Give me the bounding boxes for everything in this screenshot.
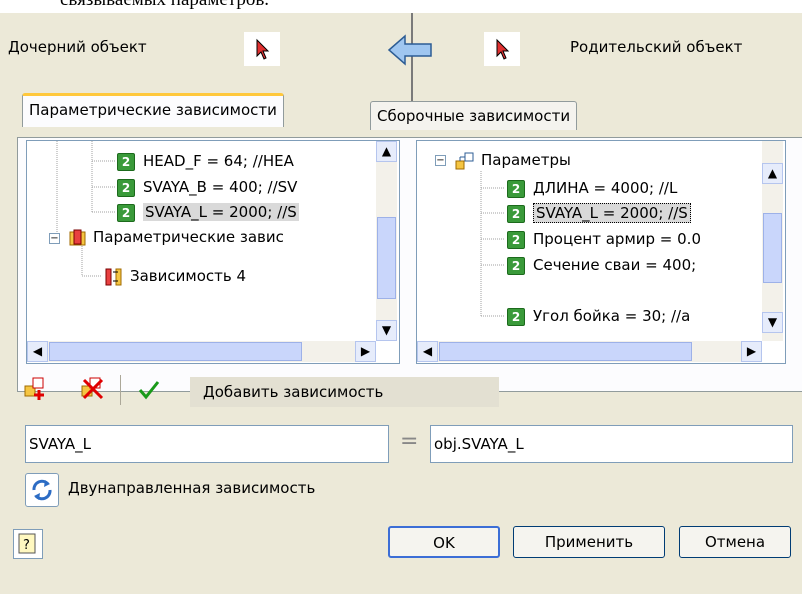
refresh-icon	[32, 479, 52, 501]
add-dependency-icon	[24, 377, 44, 400]
scroll-thumb[interactable]	[49, 342, 302, 361]
tree-node-label: Параметры	[481, 151, 571, 169]
tree-item-label: SVAYA_L = 2000; //S	[533, 203, 691, 223]
scroll-thumb[interactable]	[763, 213, 782, 283]
tree-item-label: Процент армир = 0.0	[533, 230, 701, 248]
ok-button[interactable]: OK	[388, 526, 500, 558]
help-icon: ?	[18, 533, 36, 554]
dependency-icon	[104, 267, 126, 286]
left-vertical-scrollbar[interactable]: ▲ ▼	[376, 141, 397, 341]
right-expression-field[interactable]: obj.SVAYA_L	[430, 425, 793, 463]
help-button[interactable]: ?	[13, 529, 43, 559]
child-pick-button[interactable]	[244, 32, 280, 66]
tree-item[interactable]: 2 SVAYA_B = 400; //SV	[117, 176, 297, 198]
parameter-icon: 2	[507, 230, 525, 249]
parameter-icon: 2	[117, 203, 135, 222]
tree-item[interactable]: 2 HEAD_F = 64; //HEA	[117, 150, 294, 172]
tree-node[interactable]: Параметрические завис	[69, 226, 284, 248]
toolbar-separator	[120, 375, 121, 405]
tree-item[interactable]: 2 ДЛИНА = 4000; //L	[507, 177, 677, 199]
caption-text: связываемых параметров.	[60, 0, 269, 11]
dependencies-folder-icon	[69, 229, 86, 246]
add-dependency-button[interactable]	[23, 376, 49, 402]
tree-item[interactable]: 2 Угол бойка = 30; //a	[507, 305, 690, 327]
parameter-icon: 2	[507, 256, 525, 275]
scroll-right-icon[interactable]: ▶	[355, 341, 376, 362]
parent-pick-button[interactable]	[484, 32, 520, 66]
parameter-icon: 2	[507, 307, 525, 326]
cursor-arrow-icon	[256, 38, 270, 60]
scroll-up-icon[interactable]: ▲	[762, 163, 783, 184]
tab-assembly[interactable]: Сборочные зависимости	[370, 101, 578, 130]
tree-item[interactable]: 2 SVAYA_L = 2000; //S	[507, 202, 691, 224]
tree-node-label: Параметрические завис	[93, 228, 284, 246]
left-expression-field[interactable]: SVAYA_L	[25, 425, 389, 463]
cursor-arrow-icon	[496, 38, 510, 60]
tree-item[interactable]: 2 SVAYA_L = 2000; //S	[117, 201, 299, 223]
apply-button[interactable]: Применить	[513, 526, 665, 558]
tree-item-label: SVAYA_L = 2000; //S	[143, 203, 299, 221]
checkmark-icon	[138, 381, 160, 400]
parameter-icon: 2	[507, 204, 525, 223]
right-tree[interactable]: − Параметры 2 ДЛИНА = 4000; //L 2 SVAYA_L …	[416, 140, 786, 364]
tree-node[interactable]: Параметры	[455, 149, 571, 171]
parameters-folder-icon	[455, 152, 475, 170]
add-dependency-label: Добавить зависимость	[203, 383, 384, 401]
scroll-left-icon[interactable]: ◀	[417, 341, 438, 362]
scroll-thumb[interactable]	[439, 342, 692, 361]
right-horizontal-scrollbar[interactable]: ◀ ▶	[417, 341, 762, 362]
scroll-left-icon[interactable]: ◀	[27, 341, 48, 362]
collapse-icon[interactable]: −	[49, 233, 60, 244]
apply-checkmark-button[interactable]	[136, 377, 162, 403]
arrow-left-icon	[387, 34, 432, 66]
parameter-icon: 2	[117, 152, 135, 171]
tree-item-label: HEAD_F = 64; //HEA	[143, 152, 294, 170]
parent-object-label: Родительский объект	[570, 38, 743, 56]
parameter-icon: 2	[117, 178, 135, 197]
tree-item-label: ДЛИНА = 4000; //L	[533, 179, 678, 197]
tree-item[interactable]: 2 Сечение сваи = 400;	[507, 254, 696, 276]
equals-sign: =	[400, 429, 419, 454]
left-tree[interactable]: 2 HEAD_F = 64; //HEA 2 SVAYA_B = 400; //SV…	[26, 140, 400, 364]
collapse-icon[interactable]: −	[435, 155, 446, 166]
parameter-icon: 2	[507, 179, 525, 198]
left-horizontal-scrollbar[interactable]: ◀ ▶	[27, 341, 376, 362]
right-vertical-scrollbar[interactable]: ▲ ▼	[762, 141, 783, 341]
svg-text:?: ?	[23, 538, 30, 553]
dialog: Дочерний объект Родительский объект Пара…	[0, 13, 802, 594]
bidirectional-label: Двунаправленная зависимость	[68, 479, 316, 497]
tree-item-label: Угол бойка = 30; //a	[533, 307, 691, 325]
scroll-thumb[interactable]	[377, 217, 396, 299]
tree-item[interactable]: 2 Процент армир = 0.0	[507, 228, 701, 250]
scroll-down-icon[interactable]: ▼	[376, 320, 397, 341]
delete-dependency-button[interactable]	[80, 376, 106, 402]
tree-item-label: Зависимость 4	[130, 267, 247, 285]
tree-item[interactable]: Зависимость 4	[104, 265, 246, 287]
delete-dependency-icon	[81, 377, 104, 400]
tab-parametric[interactable]: Параметрические зависимости	[22, 93, 284, 127]
scroll-down-icon[interactable]: ▼	[762, 312, 783, 333]
cancel-button[interactable]: Отмена	[679, 526, 791, 558]
tree-item-label: SVAYA_B = 400; //SV	[143, 178, 298, 196]
scroll-right-icon[interactable]: ▶	[741, 341, 762, 362]
tree-item-label: Сечение сваи = 400;	[533, 256, 697, 274]
scroll-up-icon[interactable]: ▲	[376, 141, 397, 162]
child-object-label: Дочерний объект	[8, 38, 147, 56]
bidirectional-toggle-button[interactable]	[25, 473, 59, 507]
